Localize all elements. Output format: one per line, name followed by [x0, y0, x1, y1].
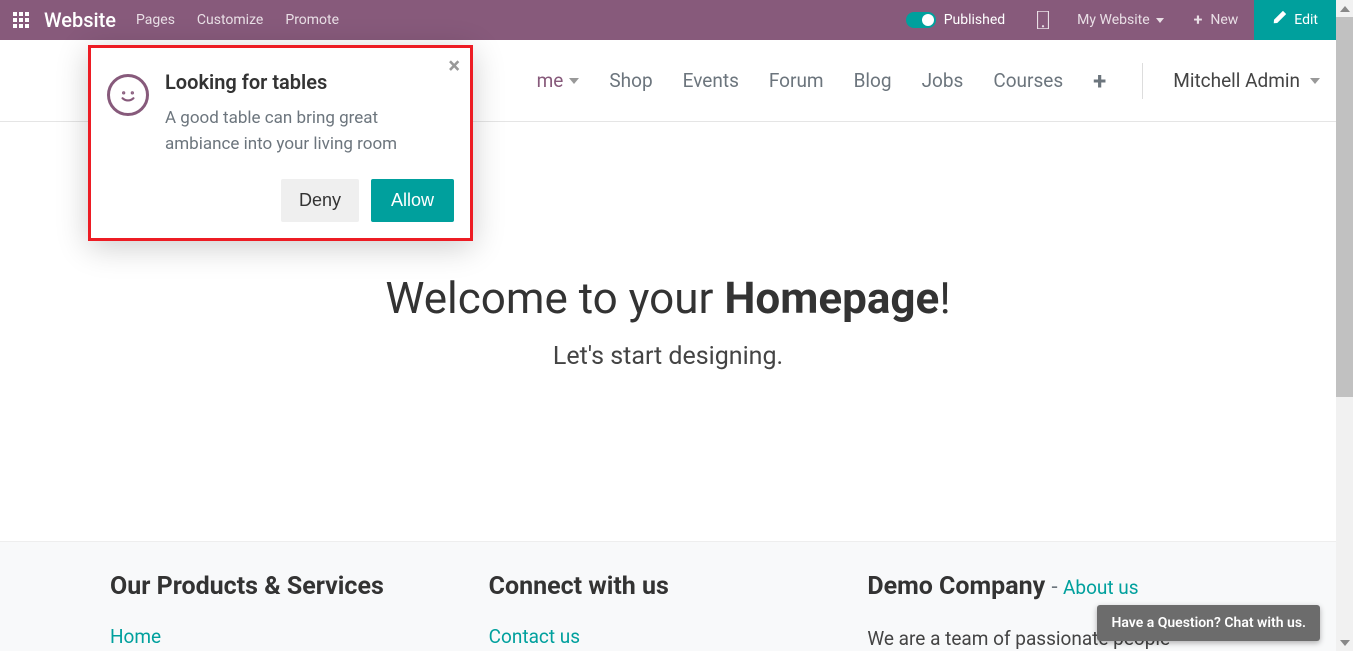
- allow-button[interactable]: Allow: [371, 179, 454, 222]
- nav-item-courses[interactable]: Courses: [993, 69, 1063, 92]
- chevron-down-icon: [1310, 78, 1320, 84]
- deny-button[interactable]: Deny: [281, 179, 359, 222]
- close-icon[interactable]: ×: [448, 54, 460, 79]
- add-nav-item-button[interactable]: +: [1093, 67, 1106, 95]
- nav-item-label: me: [537, 69, 564, 92]
- user-name: Mitchell Admin: [1173, 69, 1300, 92]
- footer-heading-products: Our Products & Services: [110, 572, 469, 601]
- edit-button[interactable]: Edit: [1254, 0, 1336, 40]
- livechat-button[interactable]: Have a Question? Chat with us.: [1097, 605, 1320, 641]
- footer-heading-company: Demo Company - About us: [867, 572, 1226, 601]
- mobile-preview-icon[interactable]: [1023, 0, 1063, 40]
- scrollbar-track[interactable]: [1336, 0, 1353, 651]
- admin-menu-customize[interactable]: Customize: [197, 12, 263, 28]
- chevron-down-icon: [569, 78, 579, 84]
- app-brand[interactable]: Website: [44, 8, 116, 32]
- admin-menu-promote[interactable]: Promote: [285, 12, 339, 28]
- website-selector-dropdown[interactable]: My Website: [1063, 12, 1177, 28]
- nav-item-shop[interactable]: Shop: [609, 69, 652, 92]
- nav-item-blog[interactable]: Blog: [854, 69, 892, 92]
- nav-item-forum[interactable]: Forum: [769, 69, 824, 92]
- apps-menu-icon[interactable]: [6, 5, 36, 35]
- scroll-down-button[interactable]: [1336, 634, 1353, 651]
- hero-title-post: !: [939, 272, 950, 324]
- pencil-icon: [1272, 11, 1286, 29]
- popup-body: A good table can bring great ambiance in…: [165, 106, 454, 157]
- chevron-down-icon: [1156, 18, 1164, 23]
- scroll-up-button[interactable]: [1336, 0, 1353, 17]
- new-button[interactable]: + New: [1178, 0, 1255, 40]
- footer-link-home[interactable]: Home: [110, 625, 161, 648]
- hero-title: Welcome to your Homepage!: [20, 272, 1316, 324]
- push-notification-popup: × Looking for tables A good table can br…: [88, 45, 473, 241]
- nav-divider: [1142, 63, 1143, 99]
- hero-title-pre: Welcome to your: [385, 272, 724, 324]
- footer-company-name: Demo Company: [867, 572, 1045, 601]
- nav-item-home-partial[interactable]: me: [537, 69, 580, 92]
- popup-title: Looking for tables: [165, 70, 454, 94]
- nav-item-jobs[interactable]: Jobs: [922, 69, 964, 92]
- scroll-thumb[interactable]: [1336, 17, 1353, 397]
- plus-icon: +: [1194, 12, 1203, 28]
- hero-title-strong: Homepage: [724, 272, 939, 324]
- footer-dash: -: [1051, 575, 1063, 600]
- footer-col-connect: Connect with us Contact us +1 (650) 691-…: [489, 572, 848, 651]
- new-button-label: New: [1210, 12, 1238, 28]
- footer-link-about[interactable]: About us: [1063, 576, 1139, 599]
- footer-col-products: Our Products & Services Home: [110, 572, 469, 651]
- hero-subtitle: Let's start designing.: [20, 342, 1316, 371]
- smiley-icon: [107, 74, 149, 116]
- admin-menu-pages[interactable]: Pages: [136, 12, 175, 28]
- publish-label: Published: [944, 12, 1005, 28]
- footer-heading-connect: Connect with us: [489, 572, 848, 601]
- nav-item-events[interactable]: Events: [683, 69, 739, 92]
- user-menu-dropdown[interactable]: Mitchell Admin: [1173, 69, 1320, 92]
- footer-link-contact[interactable]: Contact us: [489, 625, 580, 648]
- website-selector-label: My Website: [1077, 12, 1149, 28]
- publish-toggle[interactable]: [906, 12, 936, 28]
- edit-button-label: Edit: [1294, 12, 1318, 28]
- admin-bar: Website Pages Customize Promote Publishe…: [0, 0, 1336, 40]
